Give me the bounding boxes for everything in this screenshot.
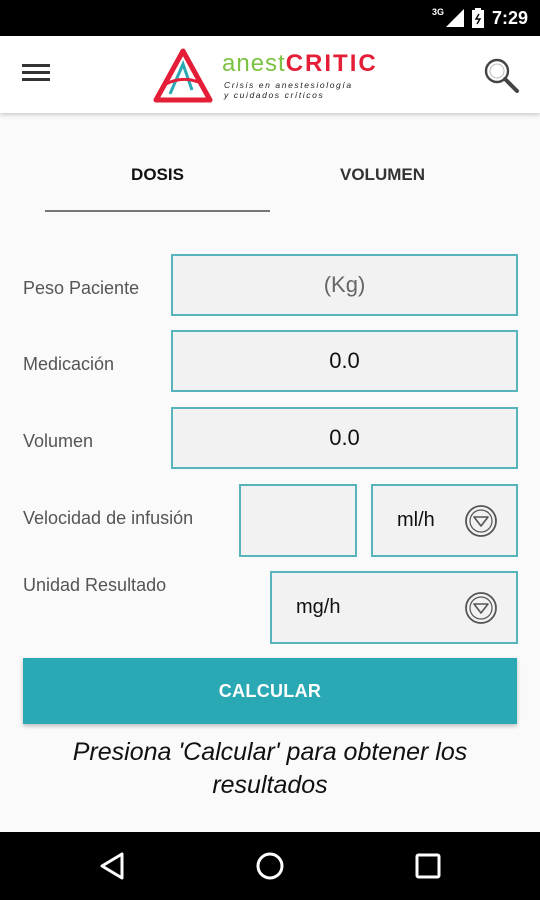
- home-icon[interactable]: [250, 848, 290, 884]
- logo-triangle-icon: [153, 48, 213, 103]
- battery-icon: [471, 8, 484, 28]
- velocidad-unit-value: ml/h: [397, 509, 435, 531]
- app-logo: anestCRITIC Crisis en anestesiología y c…: [152, 46, 392, 106]
- clock: 7:29: [491, 7, 528, 28]
- search-icon[interactable]: [482, 56, 520, 94]
- medicacion-input[interactable]: 0.0: [171, 330, 518, 392]
- status-bar: 3G 7:29: [0, 0, 540, 36]
- logo-tagline: Crisis en anestesiología y cuidados crít…: [224, 80, 353, 100]
- velocidad-input[interactable]: [239, 484, 357, 557]
- peso-label: Peso Paciente: [23, 278, 140, 298]
- navigation-bar: [0, 832, 540, 900]
- dropdown-arrow-icon: [465, 591, 497, 624]
- app-bar: anestCRITIC Crisis en anestesiología y c…: [0, 36, 540, 113]
- unidad-value: mg/h: [296, 596, 341, 618]
- peso-input[interactable]: (Kg): [171, 254, 518, 316]
- network-type: 3G: [431, 7, 444, 17]
- dropdown-arrow-icon: [465, 504, 497, 537]
- recents-icon[interactable]: [408, 848, 448, 884]
- medicacion-label: Medicación: [23, 354, 115, 374]
- tab-volumen[interactable]: VOLUMEN: [270, 165, 495, 185]
- unidad-select[interactable]: mg/h: [270, 571, 518, 644]
- hamburger-menu-icon[interactable]: [22, 60, 58, 90]
- velocidad-unit-select[interactable]: ml/h: [371, 484, 518, 557]
- unidad-label: Unidad Resultado: [23, 575, 167, 595]
- volumen-input[interactable]: 0.0: [171, 407, 518, 469]
- tab-indicator: [45, 210, 270, 212]
- hint-text: Presiona 'Calcular' para obtener los res…: [72, 738, 468, 799]
- tab-bar: DOSIS VOLUMEN: [0, 113, 540, 223]
- volumen-label: Volumen: [23, 431, 94, 451]
- signal-icon: [445, 9, 464, 27]
- calculate-button[interactable]: CALCULAR: [23, 658, 517, 724]
- back-icon[interactable]: [94, 848, 134, 884]
- velocidad-label: Velocidad de infusión: [23, 508, 194, 528]
- tab-dosis[interactable]: DOSIS: [45, 165, 270, 185]
- logo-wordmark: anestCRITIC: [222, 50, 378, 77]
